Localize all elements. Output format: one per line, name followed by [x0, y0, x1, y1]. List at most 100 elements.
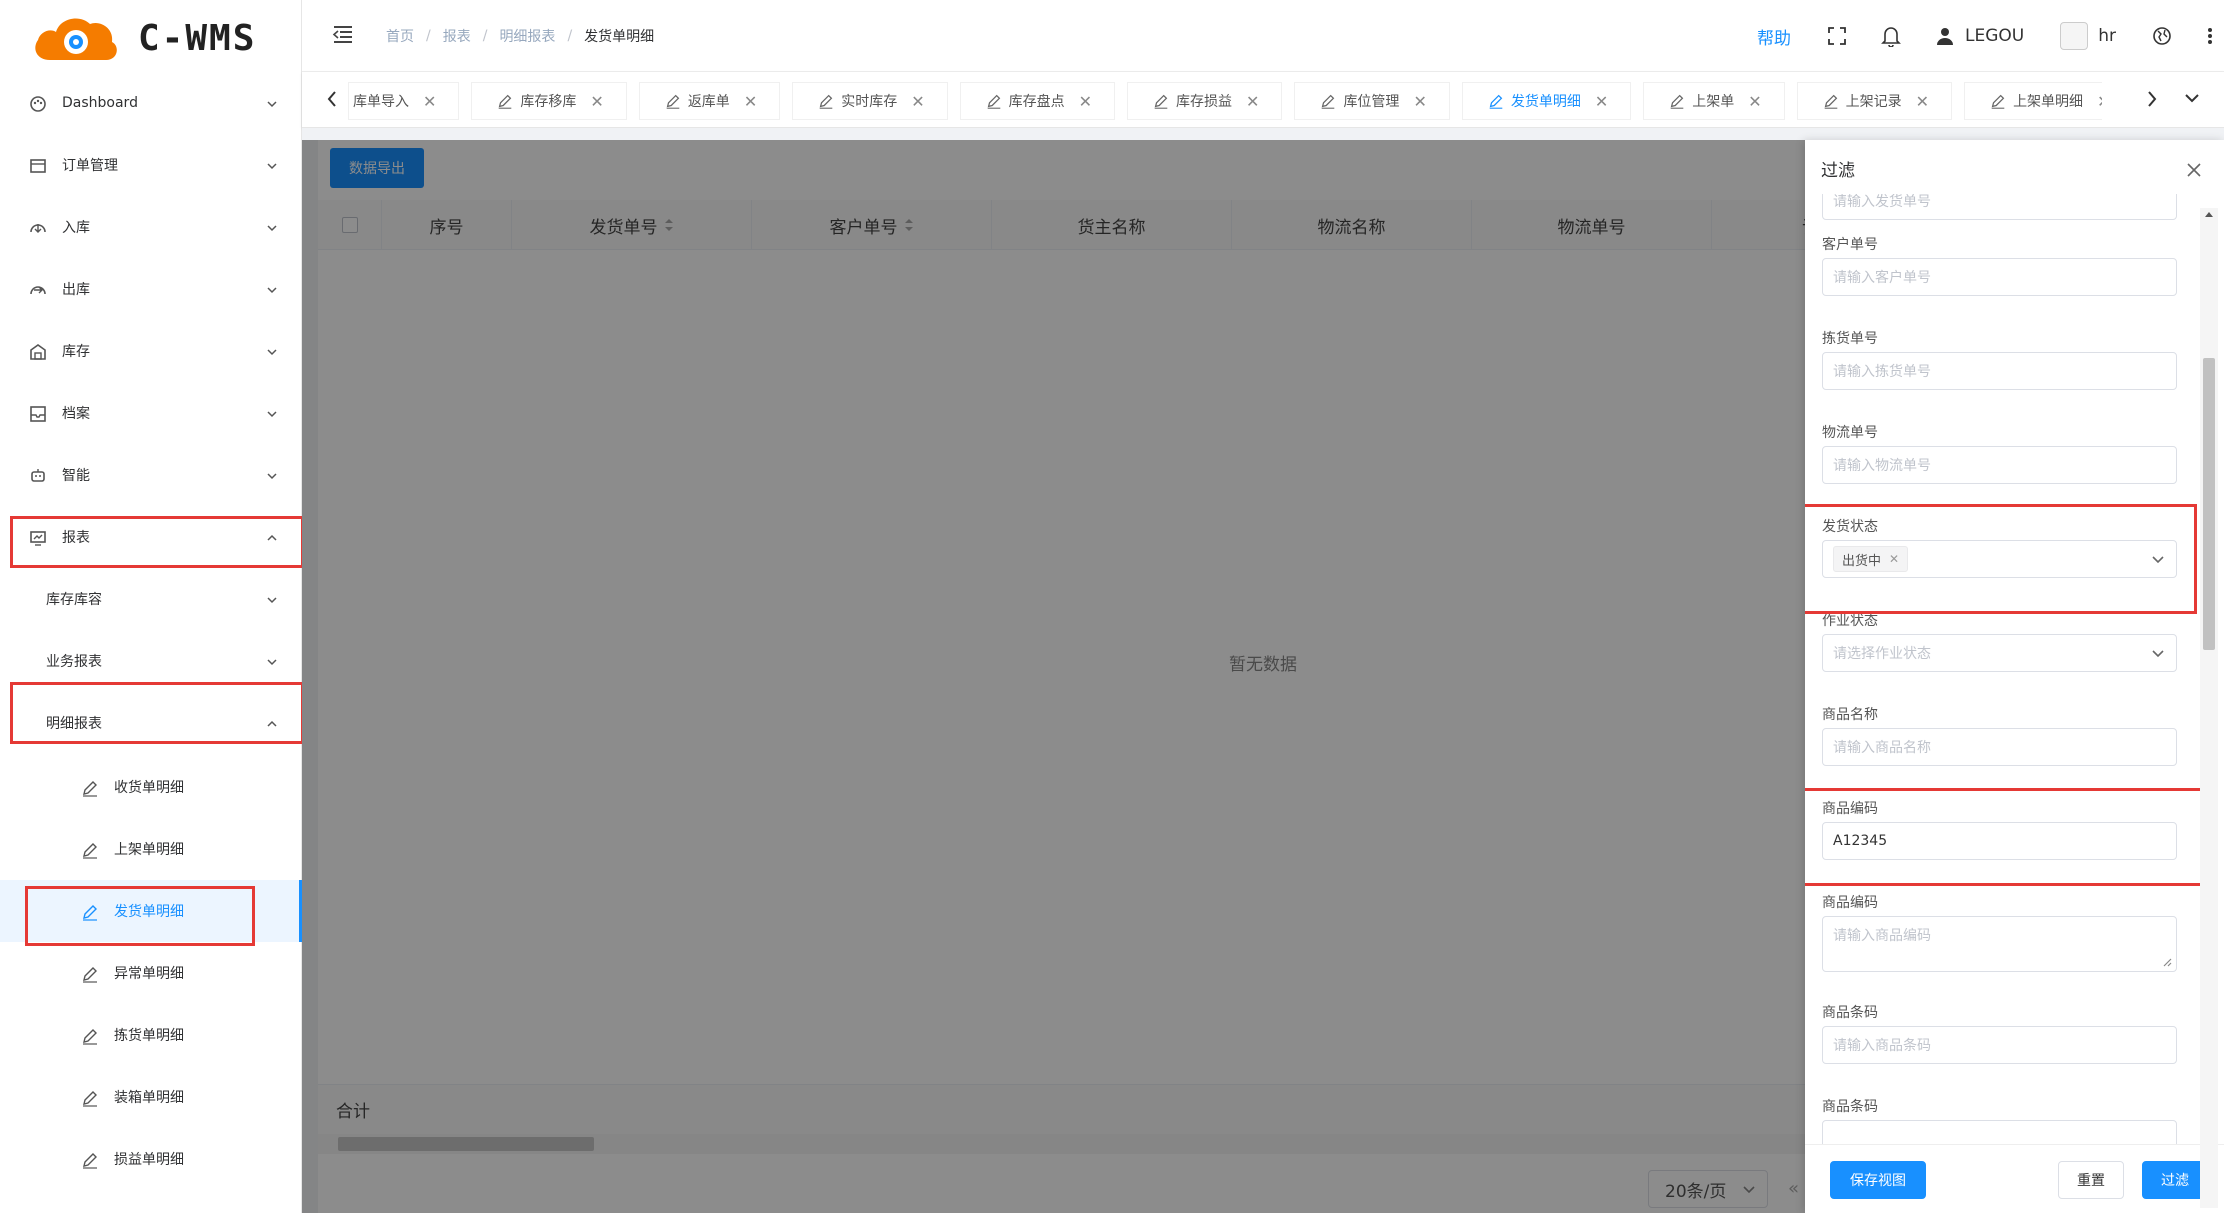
barcode-input[interactable]: 请输入商品条码	[1822, 1026, 2177, 1064]
tab-item[interactable]: 上架单明细 ✕	[1964, 82, 2102, 120]
sidebar-leaf-exception-detail[interactable]: 异常单明细	[0, 942, 302, 1004]
sidebar-leaf-shipment-detail[interactable]: 发货单明细	[0, 880, 302, 942]
logistics-no-input[interactable]: 请输入物流单号	[1822, 446, 2177, 484]
sidebar-item-orders[interactable]: 订单管理	[0, 134, 302, 196]
edit-pen-icon	[83, 843, 97, 859]
tab-item[interactable]: 上架单 ✕	[1643, 82, 1785, 120]
tab-close-icon[interactable]: ✕	[1413, 92, 1426, 111]
save-view-button[interactable]: 保存视图	[1830, 1161, 1926, 1199]
barcode-multi-input[interactable]	[1822, 1120, 2177, 1144]
shipment-no-input[interactable]: 请输入发货单号	[1822, 194, 2177, 220]
chevron-right-icon[interactable]	[2146, 90, 2158, 108]
sidebar-item-label: 上架单明细	[114, 842, 184, 858]
tab-close-icon[interactable]: ✕	[911, 92, 924, 111]
drawer-footer: 保存视图 重置 过滤	[1805, 1144, 2224, 1213]
tab-close-icon[interactable]: ✕	[1916, 92, 1929, 111]
product-name-input[interactable]: 请输入商品名称	[1822, 728, 2177, 766]
sidebar-leaf-packing-detail[interactable]: 装箱单明细	[0, 1066, 302, 1128]
customer-no-input[interactable]: 请输入客户单号	[1822, 258, 2177, 296]
robot-icon	[31, 469, 45, 482]
tab-label: 库存损益	[1176, 94, 1233, 110]
sidebar-subitem-detail-reports[interactable]: 明细报表	[0, 692, 302, 754]
sidebar-item-label: 明细报表	[46, 716, 102, 732]
sidebar-item-label: 出库	[62, 282, 90, 298]
scroll-up-arrow-icon[interactable]	[2204, 210, 2214, 218]
tab-close-icon[interactable]: ✕	[1246, 92, 1259, 111]
breadcrumb-home[interactable]: 首页	[386, 26, 414, 46]
sidebar-leaf-receipt-detail[interactable]: 收货单明细	[0, 756, 302, 818]
filter-drawer: 过滤 请输入发货单号 客户单号 请输入客户单号 拣货单号 请输入拣货单号 物流单…	[1805, 140, 2224, 1213]
drawer-title: 过滤	[1821, 161, 1855, 181]
header-actions: 帮助 LEGOU hr	[1757, 0, 2224, 72]
breadcrumb-detail-reports[interactable]: 明细报表	[499, 26, 555, 46]
reset-button[interactable]: 重置	[2058, 1161, 2124, 1199]
more-vertical-icon[interactable]	[2206, 26, 2214, 46]
sidebar-item-outbound[interactable]: 出库	[0, 258, 302, 320]
tabs-bar: 库单导入 ✕ 库存移库 ✕ 返库单 ✕ 实时库存 ✕ 库存盘点 ✕ 库存损益 ✕ 库位管理 ✕ 发货单明细 ✕…	[302, 72, 2224, 128]
tab-close-icon[interactable]: ✕	[1748, 92, 1761, 111]
tab-close-icon[interactable]: ✕	[1595, 92, 1608, 111]
tab-close-icon[interactable]: ✕	[1079, 92, 1092, 111]
tab-item[interactable]: 库单导入 ✕	[348, 82, 460, 120]
avatar[interactable]	[2060, 22, 2089, 50]
shipment-status-label: 发货状态	[1822, 519, 1878, 535]
tab-item[interactable]: 实时库存 ✕	[792, 82, 948, 120]
chevron-left-icon[interactable]	[326, 90, 338, 108]
product-code-input[interactable]: A12345	[1822, 822, 2177, 860]
sidebar-item-inbound[interactable]: 入库	[0, 196, 302, 258]
tab-label: 上架单	[1692, 94, 1735, 110]
filter-button[interactable]: 过滤	[2142, 1161, 2208, 1199]
breadcrumb-reports[interactable]: 报表	[443, 26, 471, 46]
help-link[interactable]: 帮助	[1757, 24, 1791, 49]
edit-pen-icon	[1991, 94, 2005, 109]
picking-no-input[interactable]: 请输入拣货单号	[1822, 352, 2177, 390]
product-code-value: A12345	[1833, 833, 1888, 849]
tab-item[interactable]: 发货单明细 ✕	[1461, 82, 1632, 120]
edit-pen-icon	[83, 1029, 97, 1045]
tab-item[interactable]: 库存盘点 ✕	[959, 82, 1116, 120]
sidebar-subitem-capacity[interactable]: 库存库容	[0, 568, 302, 630]
scrollbar-thumb[interactable]	[2203, 358, 2215, 650]
modal-overlay[interactable]	[302, 140, 1805, 1213]
sidebar-leaf-loss-detail[interactable]: 损益单明细	[0, 1128, 302, 1190]
sidebar-item-reports[interactable]: 报表	[0, 506, 302, 568]
logo: C-WMS	[30, 10, 270, 66]
user-icon[interactable]	[1935, 26, 1955, 46]
account-name[interactable]: hr	[2098, 26, 2116, 46]
tabs-list: 库单导入 ✕ 库存移库 ✕ 返库单 ✕ 实时库存 ✕ 库存盘点 ✕ 库存损益 ✕ 库位管理 ✕ 发货单明细 ✕…	[348, 82, 2102, 120]
bell-icon[interactable]	[1881, 25, 1901, 47]
sidebar-subitem-business-reports[interactable]: 业务报表	[0, 630, 302, 692]
sidebar-item-smart[interactable]: 智能	[0, 444, 302, 506]
chevron-down-icon	[267, 597, 277, 604]
tab-item[interactable]: 库位管理 ✕	[1294, 82, 1450, 120]
globe-icon[interactable]	[2152, 26, 2172, 46]
shipment-status-select[interactable]: 出货中 ✕	[1822, 540, 2177, 578]
tab-label: 上架记录	[1845, 94, 1902, 110]
tab-item[interactable]: 库存损益 ✕	[1127, 82, 1283, 120]
tab-label: 库存移库	[520, 94, 577, 110]
product-code-textarea[interactable]: 请输入商品编码	[1822, 916, 2177, 972]
sidebar-leaf-putaway-detail[interactable]: 上架单明细	[0, 818, 302, 880]
tag-close-icon[interactable]: ✕	[1889, 552, 1899, 566]
dashboard-icon	[30, 96, 46, 112]
fullscreen-icon[interactable]	[1827, 26, 1847, 46]
menu-toggle-icon[interactable]	[332, 24, 354, 44]
sidebar-item-inventory[interactable]: 库存	[0, 320, 302, 382]
sidebar-item-archive[interactable]: 档案	[0, 382, 302, 444]
tab-close-icon[interactable]: ✕	[590, 92, 603, 111]
tab-close-icon[interactable]: ✕	[2097, 92, 2102, 111]
tab-item[interactable]: 库存移库 ✕	[471, 82, 627, 120]
work-status-select[interactable]: 请选择作业状态	[1822, 634, 2177, 672]
tab-close-icon[interactable]: ✕	[423, 92, 436, 111]
sidebar-leaf-picking-detail[interactable]: 拣货单明细	[0, 1004, 302, 1066]
tab-item[interactable]: 上架记录 ✕	[1796, 82, 1953, 120]
tab-close-icon[interactable]: ✕	[744, 92, 757, 111]
vertical-scrollbar[interactable]	[2200, 208, 2218, 1208]
chevron-down-icon[interactable]	[2184, 92, 2200, 104]
user-name[interactable]: LEGOU	[1965, 26, 2024, 46]
resize-handle-icon[interactable]	[2162, 957, 2172, 967]
logistics-no-label: 物流单号	[1822, 425, 1878, 441]
tab-item[interactable]: 返库单 ✕	[638, 82, 781, 120]
sidebar-item-dashboard[interactable]: Dashboard	[0, 72, 302, 134]
close-icon[interactable]	[2186, 162, 2202, 178]
